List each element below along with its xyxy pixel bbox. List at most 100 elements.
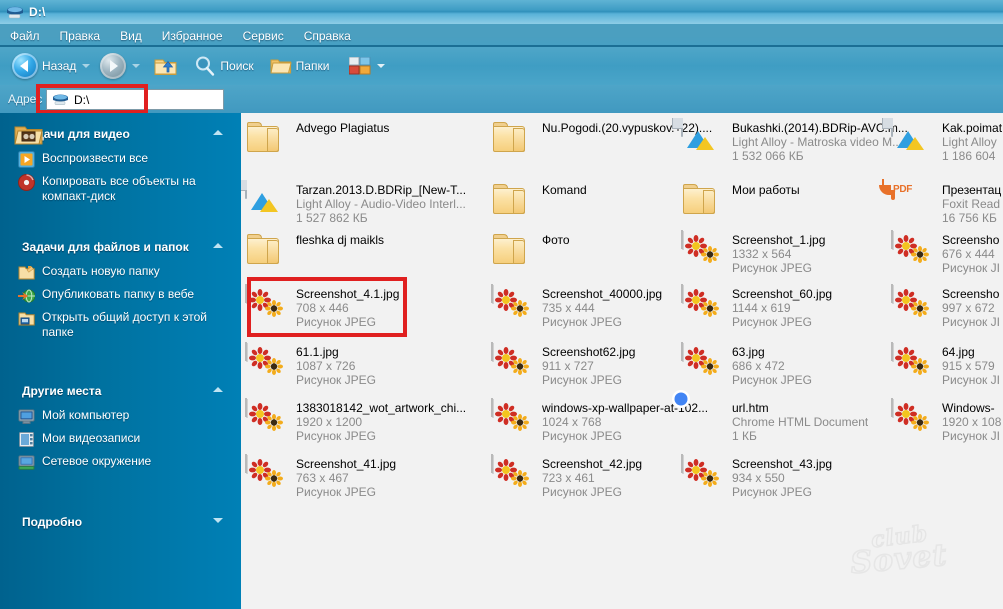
folders-button[interactable]: Папки (266, 50, 334, 82)
folders-icon (270, 57, 292, 75)
file-info: url.htm Chrome HTML Document 1 КБ (732, 399, 868, 443)
file-list-pane[interactable]: Advego Plagiatus Tarzan.2013.D.BDRip_[New… (241, 113, 1003, 609)
task-sidebar: Задачи для видео Воспроизвести все Копир… (0, 113, 241, 609)
sidebar-item-share-folder[interactable]: Открыть общий доступ к этой папке (18, 310, 229, 340)
file-meta-type: Рисунок JPEG (296, 429, 376, 443)
file-list-item[interactable]: Мои работы (681, 181, 800, 221)
file-name: Screensho (942, 287, 1000, 301)
file-info: Kak.poimat Light Alloy 1 186 604 (942, 119, 1002, 163)
folders-label: Папки (295, 59, 330, 73)
file-list-item[interactable]: fleshka dj maikls (245, 231, 384, 271)
views-dropdown-icon[interactable] (377, 64, 386, 68)
back-dropdown-icon[interactable] (82, 64, 91, 68)
chevron-up-icon[interactable] (213, 387, 223, 392)
file-icon (891, 284, 933, 325)
file-list-item[interactable]: Screensho 997 x 672 Рисунок JI (891, 284, 1000, 329)
panel-header-video-tasks[interactable]: Задачи для видео (0, 121, 241, 147)
jpeg-thumbnail-icon (245, 342, 283, 375)
file-list-item[interactable]: Screenshot_4.1.jpg 708 x 446 Рисунок JPEG (245, 284, 399, 329)
file-list-item[interactable]: Kak.poimat Light Alloy 1 186 604 (882, 118, 1002, 163)
file-icon (681, 230, 723, 271)
address-input[interactable]: D:\ (46, 89, 224, 110)
chevron-up-icon[interactable] (213, 243, 223, 248)
file-meta-dimensions: 686 x 472 (732, 359, 785, 373)
file-info: Screenshot_40000.jpg 735 x 444 Рисунок JPE… (542, 285, 662, 329)
file-name: 63.jpg (732, 345, 765, 359)
file-list-item[interactable]: Screenshot_1.jpg 1332 x 564 Рисунок JPEG (681, 230, 825, 275)
file-meta-type: 1 186 604 (942, 149, 996, 163)
file-list-item[interactable]: Tarzan.2013.D.BDRip_[New-T... Light Alloy… (241, 180, 466, 225)
file-list-item[interactable]: Windows- 1920 x 108 Рисунок JI (891, 398, 1001, 443)
panel-header-details[interactable]: Подробно (0, 509, 241, 535)
back-button[interactable]: Назад (8, 50, 80, 82)
file-list-item[interactable]: Komand (491, 181, 587, 221)
file-list-item[interactable]: Screenshot_43.jpg 934 x 550 Рисунок JPEG (681, 454, 832, 499)
search-button[interactable]: Поиск (190, 50, 257, 82)
views-icon (348, 56, 371, 75)
up-button[interactable] (150, 50, 182, 82)
file-list-item[interactable]: Screenshot62.jpg 911 x 727 Рисунок JPEG (491, 342, 635, 387)
file-info: Screenshot_42.jpg 723 x 461 Рисунок JPEG (542, 455, 642, 499)
sidebar-item-my-computer[interactable]: Мой компьютер (18, 408, 229, 425)
panel-header-other-places[interactable]: Другие места (0, 378, 241, 404)
file-icon (491, 181, 533, 221)
sidebar-item-play-all[interactable]: Воспроизвести все (18, 151, 229, 168)
file-info: 64.jpg 915 x 579 Рисунок JI (942, 343, 1000, 387)
file-list-item[interactable]: Screenshot_42.jpg 723 x 461 Рисунок JPEG (491, 454, 642, 499)
file-icon (241, 180, 287, 221)
sidebar-item-label: Сетевое окружение (42, 454, 152, 468)
chevron-down-icon[interactable] (213, 518, 223, 523)
sidebar-panel-file-tasks: Задачи для файлов и папок Создать новую … (0, 234, 241, 356)
file-list-item[interactable]: 63.jpg 686 x 472 Рисунок JPEG (681, 342, 812, 387)
sidebar-item-network[interactable]: Сетевое окружение (18, 454, 229, 471)
file-meta-type: Рисунок JPEG (732, 373, 812, 387)
file-list-item[interactable]: Screenshot_60.jpg 1144 x 619 Рисунок JPEG (681, 284, 833, 329)
panel-title: Другие места (22, 384, 102, 398)
file-meta-type: Рисунок JPEG (296, 485, 376, 499)
file-info: Мои работы (732, 181, 800, 197)
file-name: Advego Plagiatus (296, 121, 390, 135)
explorer-window: D:\ Файл Правка Вид Избранное Сервис Спр… (0, 0, 1003, 609)
file-info: Screenshot62.jpg 911 x 727 Рисунок JPEG (542, 343, 635, 387)
address-value: D:\ (74, 92, 90, 107)
file-list-item[interactable]: Bukashki.(2014).BDRip-AVC.m... Light Allo… (672, 118, 908, 163)
file-list-item[interactable]: Screenshot_41.jpg 763 x 467 Рисунок JPEG (245, 454, 397, 499)
sidebar-item-my-videos[interactable]: Мои видеозаписи (18, 431, 229, 448)
file-list-item[interactable]: Screenshot_40000.jpg 735 x 444 Рисунок JPE… (491, 284, 662, 329)
menu-item-help[interactable]: Справка (304, 29, 351, 43)
file-list-item[interactable]: PDF Презентац Foxit Read 16 756 КБ (879, 179, 1001, 225)
menu-item-view[interactable]: Вид (120, 29, 142, 43)
file-icon (672, 118, 723, 159)
file-info: 1383018142_wot_artwork_chi... 1920 x 1200… (296, 399, 466, 443)
sidebar-item-copy-to-cd[interactable]: Копировать все объекты на компакт-диск (18, 174, 229, 204)
menu-item-tools[interactable]: Сервис (243, 29, 284, 43)
file-list-item[interactable]: 61.1.jpg 1087 x 726 Рисунок JPEG (245, 342, 376, 387)
file-list-item[interactable]: Advego Plagiatus (245, 119, 389, 159)
file-meta-type: Рисунок JPEG (732, 315, 812, 329)
views-button[interactable] (345, 50, 395, 82)
menu-item-edit[interactable]: Правка (60, 29, 101, 43)
forward-button[interactable] (96, 50, 130, 82)
panel-header-file-tasks[interactable]: Задачи для файлов и папок (0, 234, 241, 260)
file-name: Screenshot_41.jpg (296, 457, 397, 471)
file-name: Screenshot_60.jpg (732, 287, 833, 301)
file-icon (245, 119, 287, 159)
file-list-item[interactable]: url.htm Chrome HTML Document 1 КБ (672, 390, 868, 443)
forward-dropdown-icon[interactable] (132, 64, 141, 68)
file-meta-dimensions: 1920 x 1200 (296, 415, 363, 429)
sidebar-item-publish-web[interactable]: Опубликовать папку в вебе (18, 287, 229, 304)
file-list-item[interactable]: 1383018142_wot_artwork_chi... 1920 x 1200… (245, 398, 466, 443)
sidebar-panel-details: Подробно (0, 509, 241, 535)
file-list-item[interactable]: Screensho 676 x 444 Рисунок JI (891, 230, 1000, 275)
network-icon (18, 454, 35, 471)
sidebar-item-new-folder[interactable]: Создать новую папку (18, 264, 229, 281)
chevron-up-icon[interactable] (213, 130, 223, 135)
sidebar-panel-other-places: Другие места Мой компьютер Мои видеозапи… (0, 378, 241, 487)
menu-item-favorites[interactable]: Избранное (162, 29, 223, 43)
file-icon (245, 231, 287, 271)
file-list-item[interactable]: 64.jpg 915 x 579 Рисунок JI (891, 342, 1000, 387)
forward-arrow-icon (100, 53, 127, 79)
menu-item-file[interactable]: Файл (10, 29, 40, 43)
file-list-item[interactable]: Фото (491, 231, 570, 271)
file-meta-dimensions: 915 x 579 (942, 359, 995, 373)
